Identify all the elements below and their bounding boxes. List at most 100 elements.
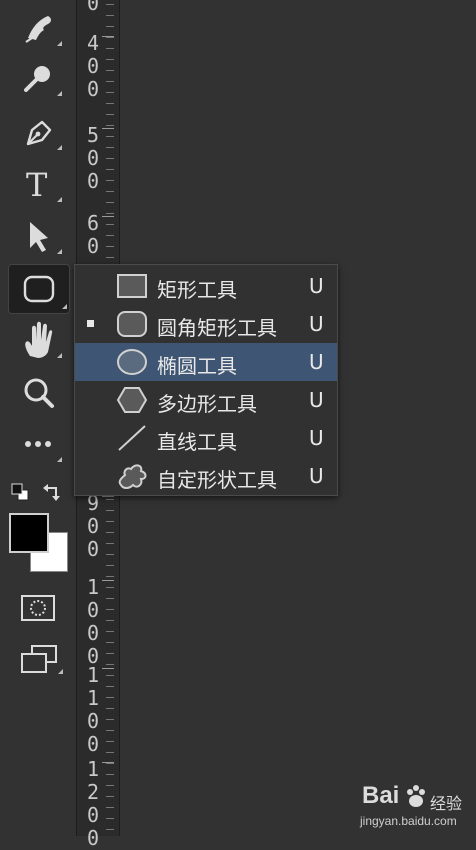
ruler-minor-tick [106, 499, 114, 500]
ruler-minor-tick [106, 15, 114, 16]
polygon-icon [116, 387, 148, 413]
submenu-indicator [57, 41, 62, 46]
menu-item-line-tool[interactable]: 直线工具 U [75, 419, 337, 457]
ruler-minor-tick [106, 708, 114, 709]
ruler-minor-tick [106, 609, 114, 610]
dodge-tool[interactable] [12, 56, 64, 100]
ruler-minor-tick [106, 543, 114, 544]
ruler-minor-tick [106, 620, 114, 621]
ruler-label: 500 [86, 123, 100, 193]
ruler-label: 0 [86, 0, 100, 15]
ruler-minor-tick [106, 169, 114, 170]
ruler-minor-tick [106, 114, 114, 115]
ruler-label: 60 [86, 211, 100, 258]
ruler-minor-tick [106, 796, 114, 797]
watermark-logo: Bai [362, 782, 400, 809]
screen-mode-icon[interactable] [20, 644, 64, 680]
menu-item-label: 多边形工具 [157, 392, 257, 416]
ruler-minor-tick [106, 235, 114, 236]
menu-item-label: 自定形状工具 [157, 468, 277, 492]
ruler-minor-tick [106, 730, 114, 731]
default-colors-icon[interactable] [10, 482, 30, 502]
ruler-minor-tick [106, 37, 114, 38]
ruler-minor-tick [106, 103, 114, 104]
pen-tool[interactable] [12, 110, 64, 154]
ruler-minor-tick [106, 521, 114, 522]
ruler-minor-tick [106, 70, 114, 71]
tools-panel: T [0, 0, 76, 836]
menu-item-rounded-rectangle-tool[interactable]: 圆角矩形工具 U [75, 305, 337, 343]
menu-item-label: 矩形工具 [157, 278, 237, 302]
menu-item-label: 圆角矩形工具 [157, 316, 277, 340]
ruler-minor-tick [106, 829, 114, 830]
ruler-minor-tick [106, 763, 114, 764]
swap-colors-icon[interactable] [42, 482, 66, 502]
submenu-indicator [57, 353, 62, 358]
rounded-rectangle-icon [23, 275, 55, 303]
rounded-rectangle-icon [117, 311, 147, 337]
menu-item-shortcut: U [309, 274, 324, 298]
ruler-minor-tick [106, 532, 114, 533]
ruler-minor-tick [106, 125, 114, 126]
menu-item-shortcut: U [309, 388, 324, 412]
submenu-indicator [57, 457, 62, 462]
menu-item-polygon-tool[interactable]: 多边形工具 U [75, 381, 337, 419]
ruler-minor-tick [106, 576, 114, 577]
menu-item-custom-shape-tool[interactable]: 自定形状工具 U [75, 457, 337, 495]
ruler-minor-tick [106, 26, 114, 27]
ruler-minor-tick [106, 257, 114, 258]
submenu-indicator [57, 249, 62, 254]
submenu-indicator [62, 304, 67, 309]
ruler-minor-tick [106, 697, 114, 698]
ruler-minor-tick [106, 92, 114, 93]
ruler-minor-tick [106, 598, 114, 599]
ruler-minor-tick [106, 224, 114, 225]
svg-text:T: T [26, 166, 48, 204]
ruler-major-tick [102, 216, 114, 217]
ruler-major-tick [102, 496, 114, 497]
ruler-minor-tick [106, 191, 114, 192]
ruler-minor-tick [106, 565, 114, 566]
zoom-tool[interactable] [12, 370, 64, 414]
ruler-minor-tick [106, 147, 114, 148]
custom-shape-icon [118, 464, 147, 489]
path-selection-tool[interactable] [12, 214, 64, 258]
hand-tool[interactable] [12, 318, 64, 362]
menu-item-shortcut: U [309, 350, 324, 374]
ruler-minor-tick [106, 510, 114, 511]
ruler-minor-tick [106, 785, 114, 786]
shape-tools-flyout-menu: 矩形工具 U 圆角矩形工具 U 椭圆工具 U 多边形工具 U 直线工具 U 自定 [74, 264, 338, 496]
ruler-label: 1000 [86, 575, 100, 668]
watermark-url: jingyan.baidu.com [360, 814, 457, 828]
history-brush-tool[interactable] [12, 6, 64, 50]
ruler-minor-tick [106, 202, 114, 203]
quick-mask-icon[interactable] [20, 594, 58, 624]
ruler-minor-tick [106, 136, 114, 137]
ruler-minor-tick [106, 59, 114, 60]
type-tool[interactable]: T [12, 162, 64, 206]
menu-item-rectangle-tool[interactable]: 矩形工具 U [75, 267, 337, 305]
ruler-minor-tick [106, 818, 114, 819]
ruler-major-tick [102, 668, 114, 669]
ruler-minor-tick [106, 642, 114, 643]
ruler-minor-tick [106, 213, 114, 214]
menu-item-ellipse-tool[interactable]: 椭圆工具 U [75, 343, 337, 381]
ruler-minor-tick [106, 807, 114, 808]
menu-item-label: 椭圆工具 [157, 354, 237, 378]
ruler-minor-tick [106, 774, 114, 775]
submenu-indicator [57, 91, 62, 96]
paw-icon [407, 785, 425, 807]
ruler-major-tick [102, 580, 114, 581]
ruler-minor-tick [106, 246, 114, 247]
ruler-minor-tick [106, 631, 114, 632]
ruler-minor-tick [106, 4, 114, 5]
ruler-minor-tick [106, 752, 114, 753]
foreground-color-swatch[interactable] [9, 513, 49, 553]
more-tools[interactable] [12, 422, 64, 466]
ruler-label: 1200 [86, 757, 100, 850]
menu-item-shortcut: U [309, 426, 324, 450]
menu-item-shortcut: U [309, 464, 324, 488]
shape-tool[interactable] [8, 264, 70, 314]
active-tool-indicator [87, 320, 94, 327]
ruler-minor-tick [106, 554, 114, 555]
